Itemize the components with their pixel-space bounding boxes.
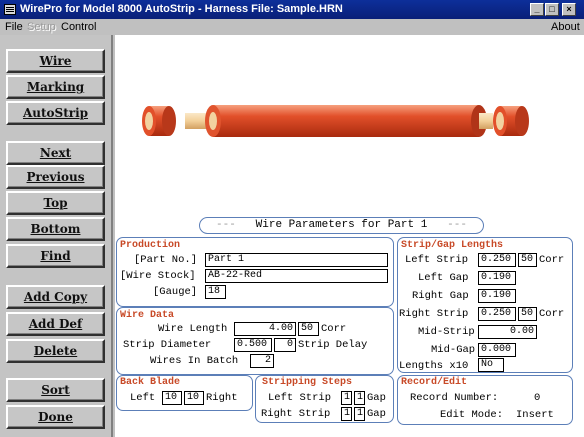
back-blade-title: Back Blade — [120, 377, 181, 388]
wire-stock-label[interactable]: [Wire Stock] — [120, 270, 196, 282]
gauge-field[interactable]: 18 — [205, 285, 226, 299]
stripping-steps-title: Stripping Steps — [262, 377, 353, 388]
app-menu-icon[interactable] — [4, 4, 16, 15]
left-strip-field[interactable]: 0.250 — [478, 253, 516, 267]
parameters-title: Wire Parameters for Part 1 — [255, 219, 428, 231]
right-gap-field[interactable]: 0.190 — [478, 289, 516, 303]
lengths-x10-label: Lengths x10 — [399, 360, 469, 372]
add-def-button[interactable]: Add Def — [6, 312, 105, 336]
left-gap-field[interactable]: 0.190 — [478, 271, 516, 285]
strip-gap-title: Strip/Gap Lengths — [401, 240, 504, 251]
parameters-header: --- Wire Parameters for Part 1 --- — [199, 217, 484, 234]
right-strip-field[interactable]: 0.250 — [478, 307, 516, 321]
production-group: Production [Part No.] Part 1 [Wire Stock… — [116, 237, 394, 307]
strip-delay-field[interactable]: 0 — [274, 338, 296, 352]
production-title: Production — [120, 240, 181, 251]
next-button[interactable]: Next — [6, 141, 105, 165]
header-dash-right: --- — [447, 219, 467, 231]
record-number-value: 0 — [534, 392, 541, 404]
delete-button[interactable]: Delete — [6, 339, 105, 363]
menu-bar: File Setup Control About — [0, 19, 584, 35]
mid-strip-field[interactable]: 0.00 — [478, 325, 537, 339]
wire-stock-field[interactable]: AB-22-Red — [205, 269, 388, 283]
close-button[interactable]: × — [562, 3, 576, 16]
wire-parameters-panel: --- Wire Parameters for Part 1 --- Produ… — [115, 213, 584, 437]
strip-gap-lengths-group: Strip/Gap Lengths Left Strip 0.250 50 Co… — [397, 237, 573, 373]
mid-gap-field[interactable]: 0.000 — [478, 343, 516, 357]
back-blade-group: Back Blade Left 10 10 Right — [116, 375, 253, 411]
right-strip-label: Right Strip — [399, 308, 469, 320]
lengths-x10-field[interactable]: No — [478, 358, 504, 372]
gauge-label[interactable]: [Gauge] — [153, 286, 197, 298]
autostrip-button[interactable]: AutoStrip — [6, 101, 105, 125]
back-blade-left-label: Left — [130, 392, 156, 404]
command-panel: Wire Marking AutoStrip Next Previous Top… — [0, 35, 113, 437]
header-dash-left: --- — [216, 219, 236, 231]
wire-length-label: Wire Length — [158, 323, 228, 335]
right-gap-steps-label: Gap — [367, 408, 386, 420]
mid-gap-label: Mid-Gap — [431, 344, 476, 356]
window-title: WirePro for Model 8000 AutoStrip - Harne… — [20, 3, 343, 15]
title-bar[interactable]: WirePro for Model 8000 AutoStrip - Harne… — [0, 0, 584, 19]
wire-illustration — [142, 105, 529, 137]
menu-file[interactable]: File — [5, 19, 23, 35]
left-strip-steps-label: Left Strip — [268, 392, 332, 404]
left-gap-label: Left Gap — [418, 272, 469, 284]
sort-button[interactable]: Sort — [6, 378, 105, 402]
menu-control[interactable]: Control — [61, 19, 96, 35]
wire-length-corr-field[interactable]: 50 — [298, 322, 319, 336]
record-number-label: Record Number: — [410, 392, 499, 404]
left-strip-corr-label: Corr — [539, 254, 565, 266]
right-strip-steps-field[interactable]: 1 — [341, 407, 352, 421]
record-edit-title: Record/Edit — [401, 377, 468, 388]
stripping-steps-group: Stripping Steps Left Strip 1 1 Gap Right… — [255, 375, 394, 423]
left-strip-label: Left Strip — [405, 254, 469, 266]
mid-strip-label: Mid-Strip — [418, 326, 475, 338]
back-blade-left-field[interactable]: 10 — [162, 391, 182, 405]
menu-setup: Setup — [27, 21, 56, 33]
wire-data-group: Wire Data Wire Length 4.00 50 Corr Strip… — [116, 307, 394, 375]
app-window: WirePro for Model 8000 AutoStrip - Harne… — [0, 0, 584, 437]
minimize-button[interactable]: _ — [530, 3, 544, 16]
right-gap-steps-field[interactable]: 1 — [354, 407, 365, 421]
part-no-label[interactable]: [Part No.] — [134, 254, 197, 266]
left-gap-steps-field[interactable]: 1 — [354, 391, 365, 405]
add-copy-button[interactable]: Add Copy — [6, 285, 105, 309]
wire-preview — [115, 35, 584, 213]
maximize-button[interactable]: □ — [545, 3, 559, 16]
left-gap-steps-label: Gap — [367, 392, 386, 404]
wires-in-batch-label: Wires In Batch — [150, 355, 239, 367]
menu-about[interactable]: About — [551, 19, 580, 35]
wire-button[interactable]: Wire — [6, 49, 105, 73]
left-strip-steps-field[interactable]: 1 — [341, 391, 352, 405]
previous-button[interactable]: Previous — [6, 165, 105, 189]
right-strip-corr-field[interactable]: 50 — [518, 307, 537, 321]
marking-button[interactable]: Marking — [6, 75, 105, 99]
edit-mode-value: Insert — [516, 409, 554, 421]
wire-length-corr-label: Corr — [321, 323, 347, 335]
wire-data-title: Wire Data — [120, 310, 175, 321]
strip-delay-label: Strip Delay — [298, 339, 368, 351]
edit-mode-label: Edit Mode: — [440, 409, 504, 421]
right-strip-steps-label: Right Strip — [261, 408, 331, 420]
right-exposed-core — [479, 113, 493, 129]
done-button[interactable]: Done — [6, 405, 105, 429]
right-slug — [493, 106, 529, 136]
bottom-button[interactable]: Bottom — [6, 217, 105, 241]
back-blade-right-label: Right — [206, 392, 238, 404]
record-edit-group: Record/Edit Record Number: 0 Edit Mode: … — [397, 375, 573, 425]
strip-diameter-label: Strip Diameter — [123, 339, 212, 351]
back-blade-right-field[interactable]: 10 — [184, 391, 204, 405]
left-strip-corr-field[interactable]: 50 — [518, 253, 537, 267]
top-button[interactable]: Top — [6, 191, 105, 215]
right-strip-corr-label: Corr — [539, 308, 565, 320]
left-slug — [142, 106, 176, 136]
wire-length-field[interactable]: 4.00 — [234, 322, 296, 336]
wire-insulation — [205, 105, 487, 137]
right-gap-label: Right Gap — [412, 290, 469, 302]
strip-diameter-field[interactable]: 0.500 — [234, 338, 272, 352]
wires-in-batch-field[interactable]: 2 — [250, 354, 274, 368]
find-button[interactable]: Find — [6, 244, 105, 268]
part-no-field[interactable]: Part 1 — [205, 253, 388, 267]
